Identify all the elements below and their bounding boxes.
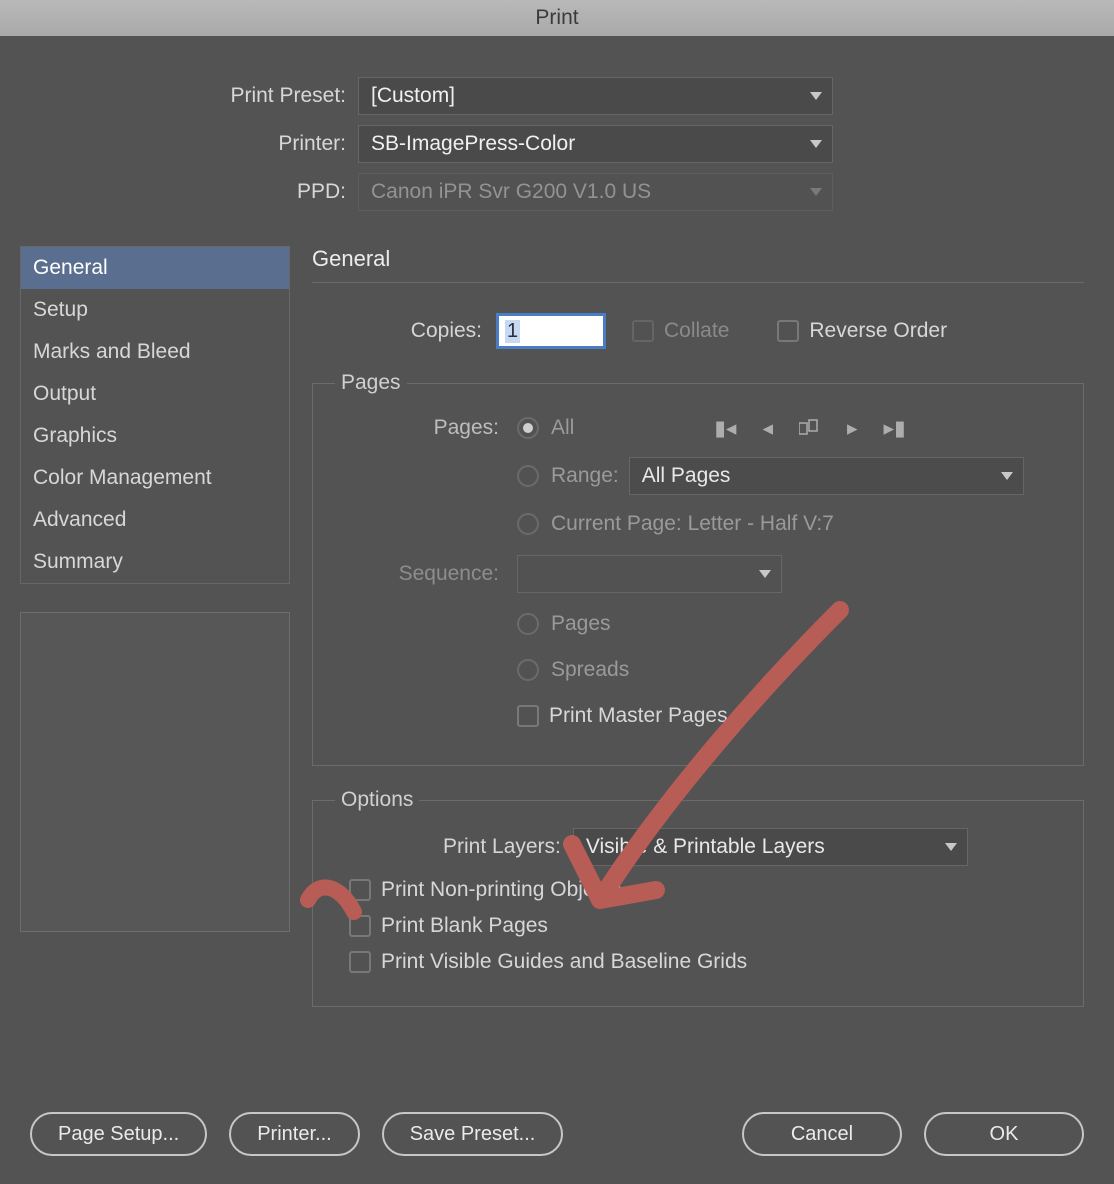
sidebar-item-advanced[interactable]: Advanced [21,499,289,541]
print-guides-checkbox[interactable] [349,951,371,973]
print-master-label: Print Master Pages [549,704,728,728]
copies-input[interactable]: 1 [496,313,606,349]
pages-legend: Pages [335,371,407,395]
prev-page-icon[interactable]: ◂ [762,416,773,441]
sidebar-item-graphics[interactable]: Graphics [21,415,289,457]
print-layers-label: Print Layers: [443,835,561,859]
options-legend: Options [335,788,419,812]
radio-pages-label: Pages [551,612,611,636]
ok-button[interactable]: OK [924,1112,1084,1156]
chevron-down-icon [945,843,957,851]
printer-value: SB-ImagePress-Color [371,132,575,156]
radio-pages[interactable] [517,613,539,635]
print-guides-label: Print Visible Guides and Baseline Grids [381,950,747,974]
sidebar-item-output[interactable]: Output [21,373,289,415]
current-page-label: Current Page: Letter - Half V:7 [551,512,834,536]
pages-group: Pages Pages: All ▮◂ ◂ ▸ ▸▮ Range: All [312,371,1084,766]
range-label: Range: [551,464,619,488]
sequence-dropdown[interactable] [517,555,782,593]
chevron-down-icon [810,188,822,196]
page-preview [20,612,290,932]
print-nonprinting-checkbox[interactable] [349,879,371,901]
sequence-label: Sequence: [329,562,499,586]
radio-all-label: All [551,416,574,440]
print-layers-dropdown[interactable]: Visible & Printable Layers [573,828,968,866]
print-master-checkbox[interactable] [517,705,539,727]
ppd-label: PPD: [0,180,358,204]
chevron-down-icon [759,570,771,578]
collate-checkbox [632,320,654,342]
dialog-title: Print [535,6,578,30]
printer-button[interactable]: Printer... [229,1112,359,1156]
next-page-icon[interactable]: ▸ [847,416,858,441]
options-group: Options Print Layers: Visible & Printabl… [312,788,1084,1007]
print-blank-checkbox[interactable] [349,915,371,937]
print-blank-label: Print Blank Pages [381,914,548,938]
radio-spreads-label: Spreads [551,658,629,682]
chevron-down-icon [1001,472,1013,480]
spread-icon[interactable] [799,418,821,438]
collate-label: Collate [664,319,729,343]
printer-label: Printer: [0,132,358,156]
sidebar-item-general[interactable]: General [21,247,289,289]
preset-value: [Custom] [371,84,455,108]
preset-label: Print Preset: [0,84,358,108]
category-sidebar: General Setup Marks and Bleed Output Gra… [20,246,290,584]
chevron-down-icon [810,92,822,100]
ppd-value: Canon iPR Svr G200 V1.0 US [371,180,651,204]
sidebar-item-summary[interactable]: Summary [21,541,289,583]
range-dropdown[interactable]: All Pages [629,457,1024,495]
dialog-titlebar: Print [0,0,1114,36]
sidebar-item-color-management[interactable]: Color Management [21,457,289,499]
radio-range[interactable] [517,465,539,487]
first-page-icon[interactable]: ▮◂ [714,416,736,441]
ppd-dropdown: Canon iPR Svr G200 V1.0 US [358,173,833,211]
radio-spreads[interactable] [517,659,539,681]
pages-label: Pages: [329,416,499,440]
printer-dropdown[interactable]: SB-ImagePress-Color [358,125,833,163]
last-page-icon[interactable]: ▸▮ [884,416,906,441]
sidebar-item-marks-and-bleed[interactable]: Marks and Bleed [21,331,289,373]
cancel-button[interactable]: Cancel [742,1112,902,1156]
reverse-order-checkbox[interactable] [777,320,799,342]
radio-current-page[interactable] [517,513,539,535]
preset-dropdown[interactable]: [Custom] [358,77,833,115]
chevron-down-icon [810,140,822,148]
sidebar-item-setup[interactable]: Setup [21,289,289,331]
reverse-order-label: Reverse Order [809,319,947,343]
save-preset-button[interactable]: Save Preset... [382,1112,564,1156]
radio-all[interactable] [517,417,539,439]
page-setup-button[interactable]: Page Setup... [30,1112,207,1156]
copies-label: Copies: [312,319,482,343]
print-nonprinting-label: Print Non-printing Objects [381,878,621,902]
section-heading: General [312,246,1084,283]
